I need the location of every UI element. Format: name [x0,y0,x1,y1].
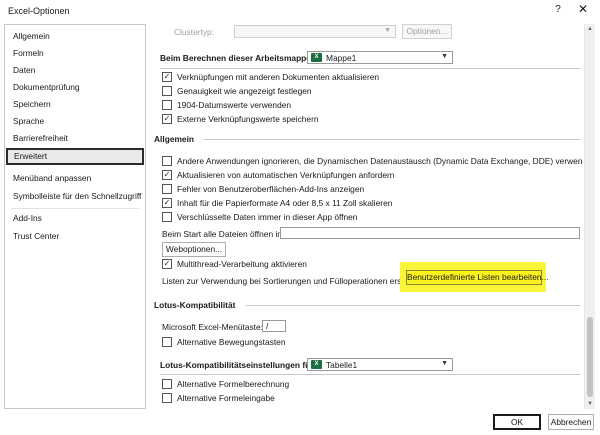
title-bar: Excel-Optionen ? ✕ [0,0,600,22]
sidebar-item-erweitert[interactable]: Erweitert [6,148,144,165]
checkbox-label: Fehler von Benutzeroberflächen-Add-Ins a… [177,184,365,194]
checkbox-label: Aktualisieren von automatischen Verknüpf… [177,170,395,180]
workbook-select-value: Mappe1 [326,53,357,63]
checkbox-label: Alternative Bewegungstasten [177,337,286,347]
benutzerdefinierte-listen-button[interactable]: Benutzerdefinierte Listen bearbeiten... [406,270,549,285]
checkbox-checked-icon[interactable]: ✓ [162,198,172,208]
checkbox-checked-icon[interactable]: ✓ [162,170,172,180]
checkbox-label: Inhalt für die Papierformate A4 oder 8,5… [177,198,393,208]
startup-path-input[interactable] [280,227,580,239]
checkbox-label: Alternative Formelberechnung [177,379,290,389]
scroll-down-icon[interactable]: ▼ [587,401,593,407]
checkbox-unchecked-icon[interactable] [162,86,172,96]
help-icon[interactable]: ? [551,4,565,15]
section-title-lotus: Lotus-Kompatibilität [154,300,236,310]
sidebar-item-addins[interactable]: Add-Ins [5,210,145,227]
workbook-select[interactable]: X Mappe1 ▼ [307,51,453,64]
chevron-down-icon: ▼ [384,27,391,34]
sidebar-item-allgemein[interactable]: Allgemein [5,28,145,45]
section-divider [160,374,580,375]
checkbox-label: Multithread-Verarbeitung aktivieren [177,259,307,269]
checkbox-multithread[interactable]: ✓ Multithread-Verarbeitung aktivieren [162,258,307,270]
section-title-allgemein: Allgemein [154,134,195,144]
sidebar-divider [11,208,139,209]
options-content: Clustertyp: ▼ Optionen... Beim Berechnen… [150,24,583,409]
excel-sheet-icon: X [311,360,322,369]
lotus-settings-label: Lotus-Kompatibilitätseinstellungen für: [160,360,317,370]
optionen-button[interactable]: Optionen... [402,24,452,39]
section-divider [246,305,580,306]
checkbox-unchecked-icon[interactable] [162,379,172,389]
options-sidebar: Allgemein Formeln Daten Dokumentprüfung … [4,24,146,409]
window-title: Excel-Optionen [8,6,70,16]
startup-label: Beim Start alle Dateien öffnen in: [162,229,285,239]
checkbox-unchecked-icon[interactable] [162,337,172,347]
sidebar-item-sprache[interactable]: Sprache [5,113,145,130]
sheet-select-value: Tabelle1 [326,360,358,370]
sidebar-item-trustcenter[interactable]: Trust Center [5,228,145,245]
scrollbar-thumb[interactable] [587,317,593,397]
checkbox-checked-icon[interactable]: ✓ [162,259,172,269]
checkbox-verknuepfungen-aktualisieren[interactable]: ✓ Verknüpfungen mit anderen Dokumenten a… [162,71,379,83]
berechnen-label: Beim Berechnen dieser Arbeitsmappe: [160,53,314,63]
sidebar-item-barrierefreiheit[interactable]: Barrierefreiheit [5,130,145,147]
scroll-up-icon[interactable]: ▲ [587,26,593,32]
sidebar-item-daten[interactable]: Daten [5,62,145,79]
checkbox-addin-fehler[interactable]: Fehler von Benutzeroberflächen-Add-Ins a… [162,183,364,195]
checkbox-genauigkeit[interactable]: Genauigkeit wie angezeigt festlegen [162,85,312,97]
checkbox-label: 1904-Datumswerte verwenden [177,100,292,110]
checkbox-unchecked-icon[interactable] [162,156,172,166]
vertical-scrollbar[interactable]: ▲ ▼ [584,24,595,409]
checkbox-label: Alternative Formeleingabe [177,393,275,403]
sidebar-item-speichern[interactable]: Speichern [5,96,145,113]
section-divider [204,139,580,140]
listen-label: Listen zur Verwendung bei Sortierungen u… [162,276,424,286]
checkbox-unchecked-icon[interactable] [162,212,172,222]
weboptionen-button[interactable]: Weboptionen... [162,242,226,257]
checkbox-auto-verknuepfungen[interactable]: ✓ Aktualisieren von automatischen Verknü… [162,169,394,181]
checkbox-unchecked-icon[interactable] [162,393,172,403]
checkbox-unchecked-icon[interactable] [162,100,172,110]
checkbox-label: Andere Anwendungen ignorieren, die Dynam… [177,156,583,166]
sidebar-item-formeln[interactable]: Formeln [5,45,145,62]
checkbox-alt-formeleingabe[interactable]: Alternative Formeleingabe [162,392,275,404]
menutaste-label: Microsoft Excel-Menütaste: [162,322,263,332]
clustertyp-select[interactable]: ▼ [234,25,396,38]
checkbox-verschluesselte-daten[interactable]: Verschlüsselte Daten immer in dieser App… [162,211,357,223]
menutaste-input[interactable]: / [262,320,286,332]
sidebar-item-menueband[interactable]: Menüband anpassen [5,170,145,187]
checkbox-alt-formelberechnung[interactable]: Alternative Formelberechnung [162,378,289,390]
checkbox-externe-verknuepfungswerte[interactable]: ✓ Externe Verknüpfungswerte speichern [162,113,319,125]
checkbox-unchecked-icon[interactable] [162,184,172,194]
checkbox-label: Verknüpfungen mit anderen Dokumenten akt… [177,72,380,82]
cancel-button[interactable]: Abbrechen [548,414,594,430]
checkbox-checked-icon[interactable]: ✓ [162,72,172,82]
checkbox-alt-bewegungstasten[interactable]: Alternative Bewegungstasten [162,336,285,348]
checkbox-dde-ignorieren[interactable]: Andere Anwendungen ignorieren, die Dynam… [162,155,583,167]
checkbox-checked-icon[interactable]: ✓ [162,114,172,124]
ok-button[interactable]: OK [493,414,541,430]
excel-workbook-icon: X [311,53,322,62]
chevron-down-icon: ▼ [441,53,448,60]
checkbox-label: Verschlüsselte Daten immer in dieser App… [177,212,358,222]
sheet-select[interactable]: X Tabelle1 ▼ [307,358,453,371]
chevron-down-icon: ▼ [441,360,448,367]
section-divider [160,68,580,69]
checkbox-label: Genauigkeit wie angezeigt festlegen [177,86,312,96]
checkbox-papierformat-skalieren[interactable]: ✓ Inhalt für die Papierformate A4 oder 8… [162,197,392,209]
sidebar-item-dokumentpruefung[interactable]: Dokumentprüfung [5,79,145,96]
checkbox-1904-datumswerte[interactable]: 1904-Datumswerte verwenden [162,99,291,111]
close-icon[interactable]: ✕ [575,2,591,16]
sidebar-item-schnellzugriff[interactable]: Symbolleiste für den Schnellzugriff [5,188,145,205]
checkbox-label: Externe Verknüpfungswerte speichern [177,114,319,124]
clustertyp-label: Clustertyp: [174,27,215,37]
